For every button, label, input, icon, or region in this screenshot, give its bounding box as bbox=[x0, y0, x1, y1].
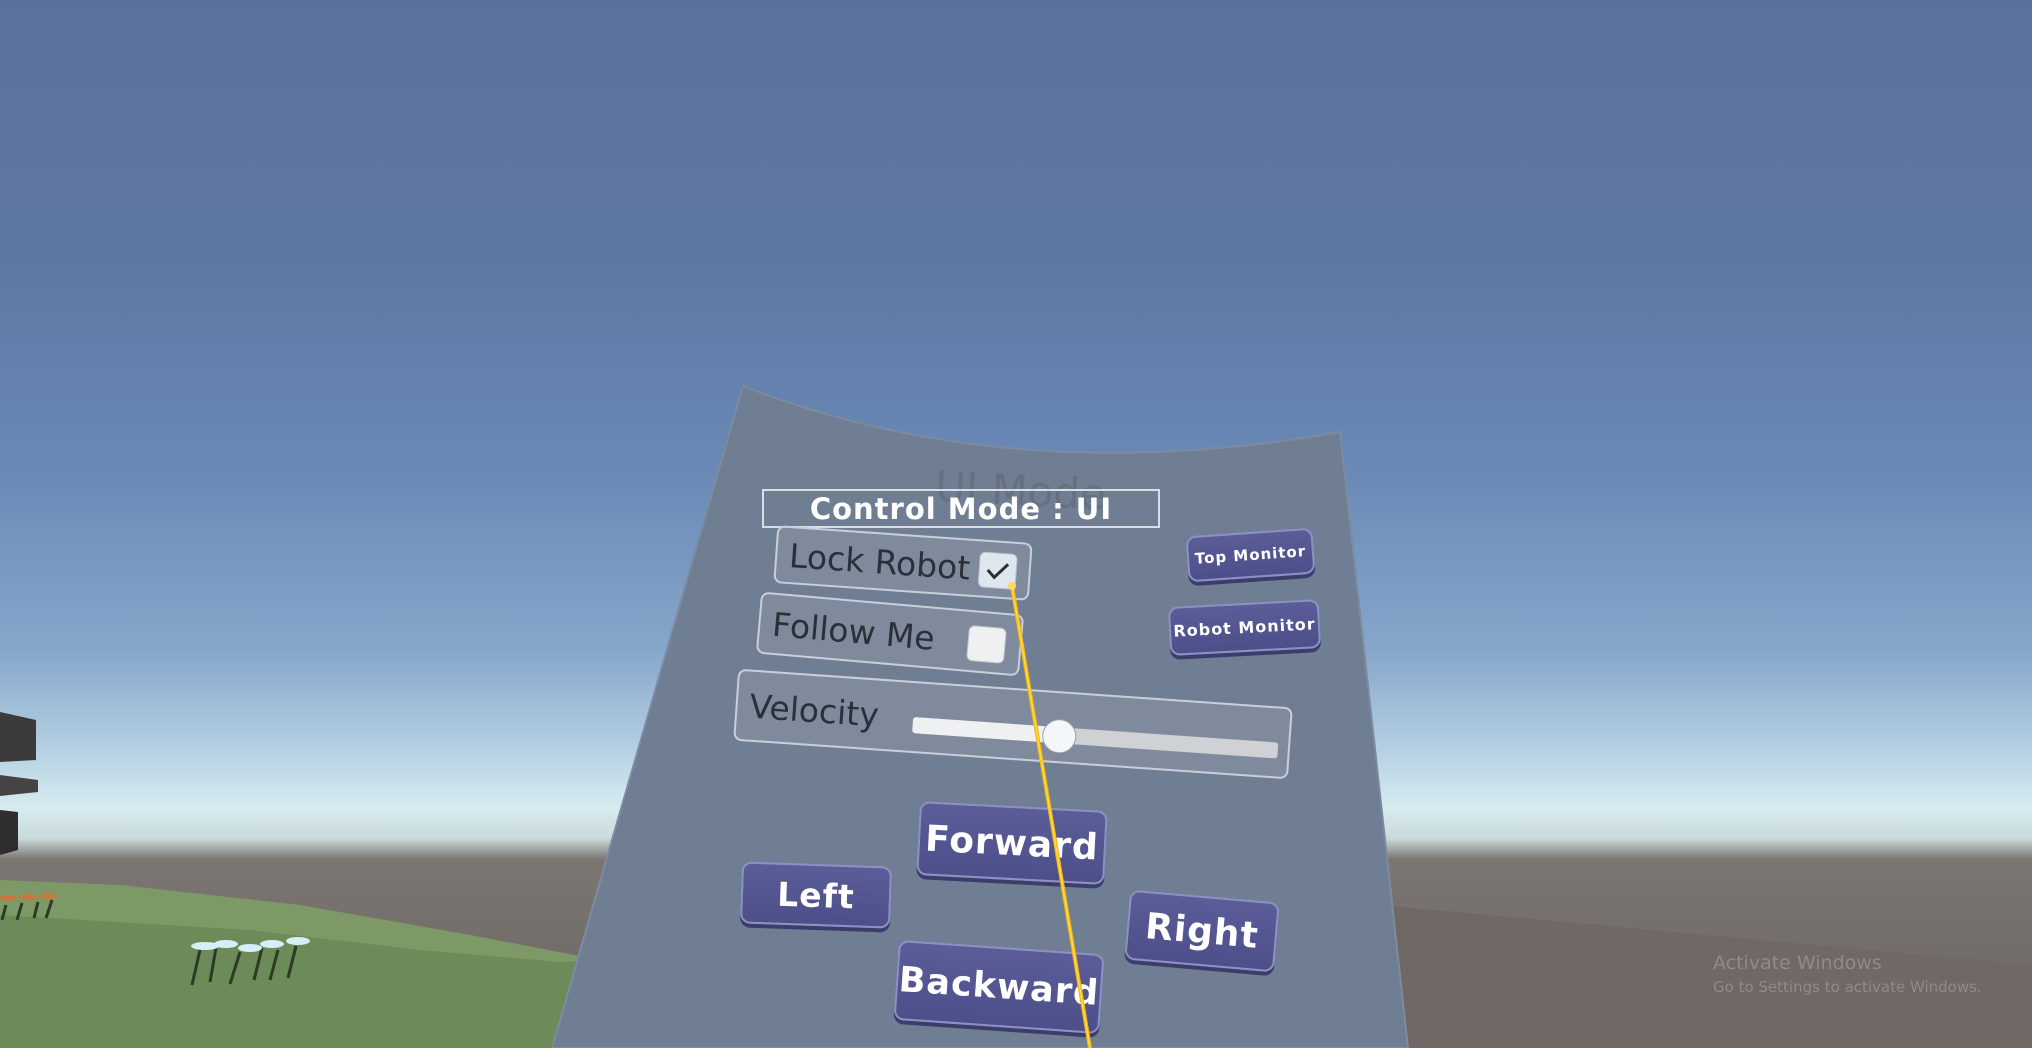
velocity-label: Velocity bbox=[748, 686, 881, 735]
right-button[interactable]: Right bbox=[1124, 889, 1280, 973]
forward-button[interactable]: Forward bbox=[916, 801, 1108, 885]
velocity-slider-fill bbox=[912, 717, 1060, 744]
watermark-subtitle: Go to Settings to activate Windows. bbox=[1713, 978, 1982, 996]
backward-button[interactable]: Backward bbox=[893, 939, 1105, 1035]
top-monitor-button[interactable]: Top Monitor bbox=[1185, 527, 1316, 583]
velocity-slider[interactable] bbox=[912, 717, 1279, 759]
vr-scene: UI Mode Control Mode : UI Lock Robot Fol… bbox=[0, 0, 2032, 1048]
checkmark-icon bbox=[986, 563, 1010, 580]
control-mode-title: Control Mode : UI bbox=[762, 489, 1160, 528]
follow-me-checkbox[interactable] bbox=[965, 624, 1007, 665]
robot-monitor-button[interactable]: Robot Monitor bbox=[1167, 599, 1322, 656]
lock-robot-label: Lock Robot bbox=[787, 535, 972, 588]
velocity-slider-handle[interactable] bbox=[1041, 718, 1078, 755]
left-button[interactable]: Left bbox=[739, 861, 893, 929]
lock-robot-checkbox[interactable] bbox=[977, 551, 1018, 590]
follow-me-label: Follow Me bbox=[770, 604, 937, 658]
watermark-title: Activate Windows bbox=[1713, 952, 1882, 974]
activate-windows-watermark: Activate Windows Go to Settings to activ… bbox=[1713, 952, 1982, 996]
